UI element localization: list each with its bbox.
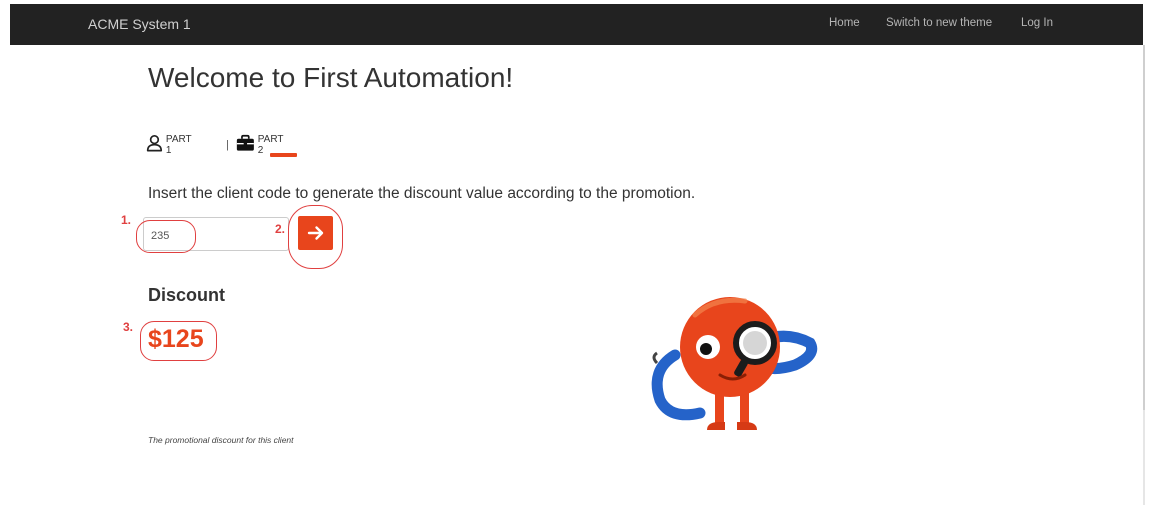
- tab-part-1[interactable]: PART 1: [146, 132, 195, 156]
- instruction-text: Insert the client code to generate the d…: [148, 185, 696, 202]
- tab-separator: |: [226, 139, 229, 151]
- generate-discount-button[interactable]: [298, 216, 333, 250]
- briefcase-icon: [236, 134, 254, 151]
- annotation-number-3: 3.: [123, 320, 134, 334]
- discount-note: The promotional discount for this client: [148, 435, 294, 445]
- scrollbar-thumb[interactable]: [1143, 45, 1145, 410]
- page: ACME System 1 Home Switch to new theme L…: [0, 0, 1151, 506]
- nav-login-link[interactable]: Log In: [1021, 17, 1053, 29]
- brand-link[interactable]: ACME System 1: [88, 16, 191, 32]
- top-navbar: ACME System 1 Home Switch to new theme L…: [10, 4, 1143, 45]
- user-icon: [146, 134, 163, 152]
- tab-part-1-label: PART 1: [165, 134, 192, 156]
- discount-value: $125: [148, 325, 204, 353]
- annotation-number-1: 1.: [121, 213, 132, 227]
- nav-home-link[interactable]: Home: [829, 17, 860, 29]
- tab-part-2[interactable]: PART 2: [236, 132, 287, 156]
- mascot-illustration: [651, 297, 818, 430]
- page-title: Welcome to First Automation!: [148, 62, 514, 93]
- nav-switch-theme-link[interactable]: Switch to new theme: [886, 17, 992, 29]
- client-code-input[interactable]: [143, 217, 289, 251]
- arrow-right-icon: [307, 226, 323, 240]
- annotation-number-2: 2.: [275, 222, 286, 236]
- active-tab-indicator: [270, 153, 297, 157]
- discount-heading: Discount: [148, 285, 226, 305]
